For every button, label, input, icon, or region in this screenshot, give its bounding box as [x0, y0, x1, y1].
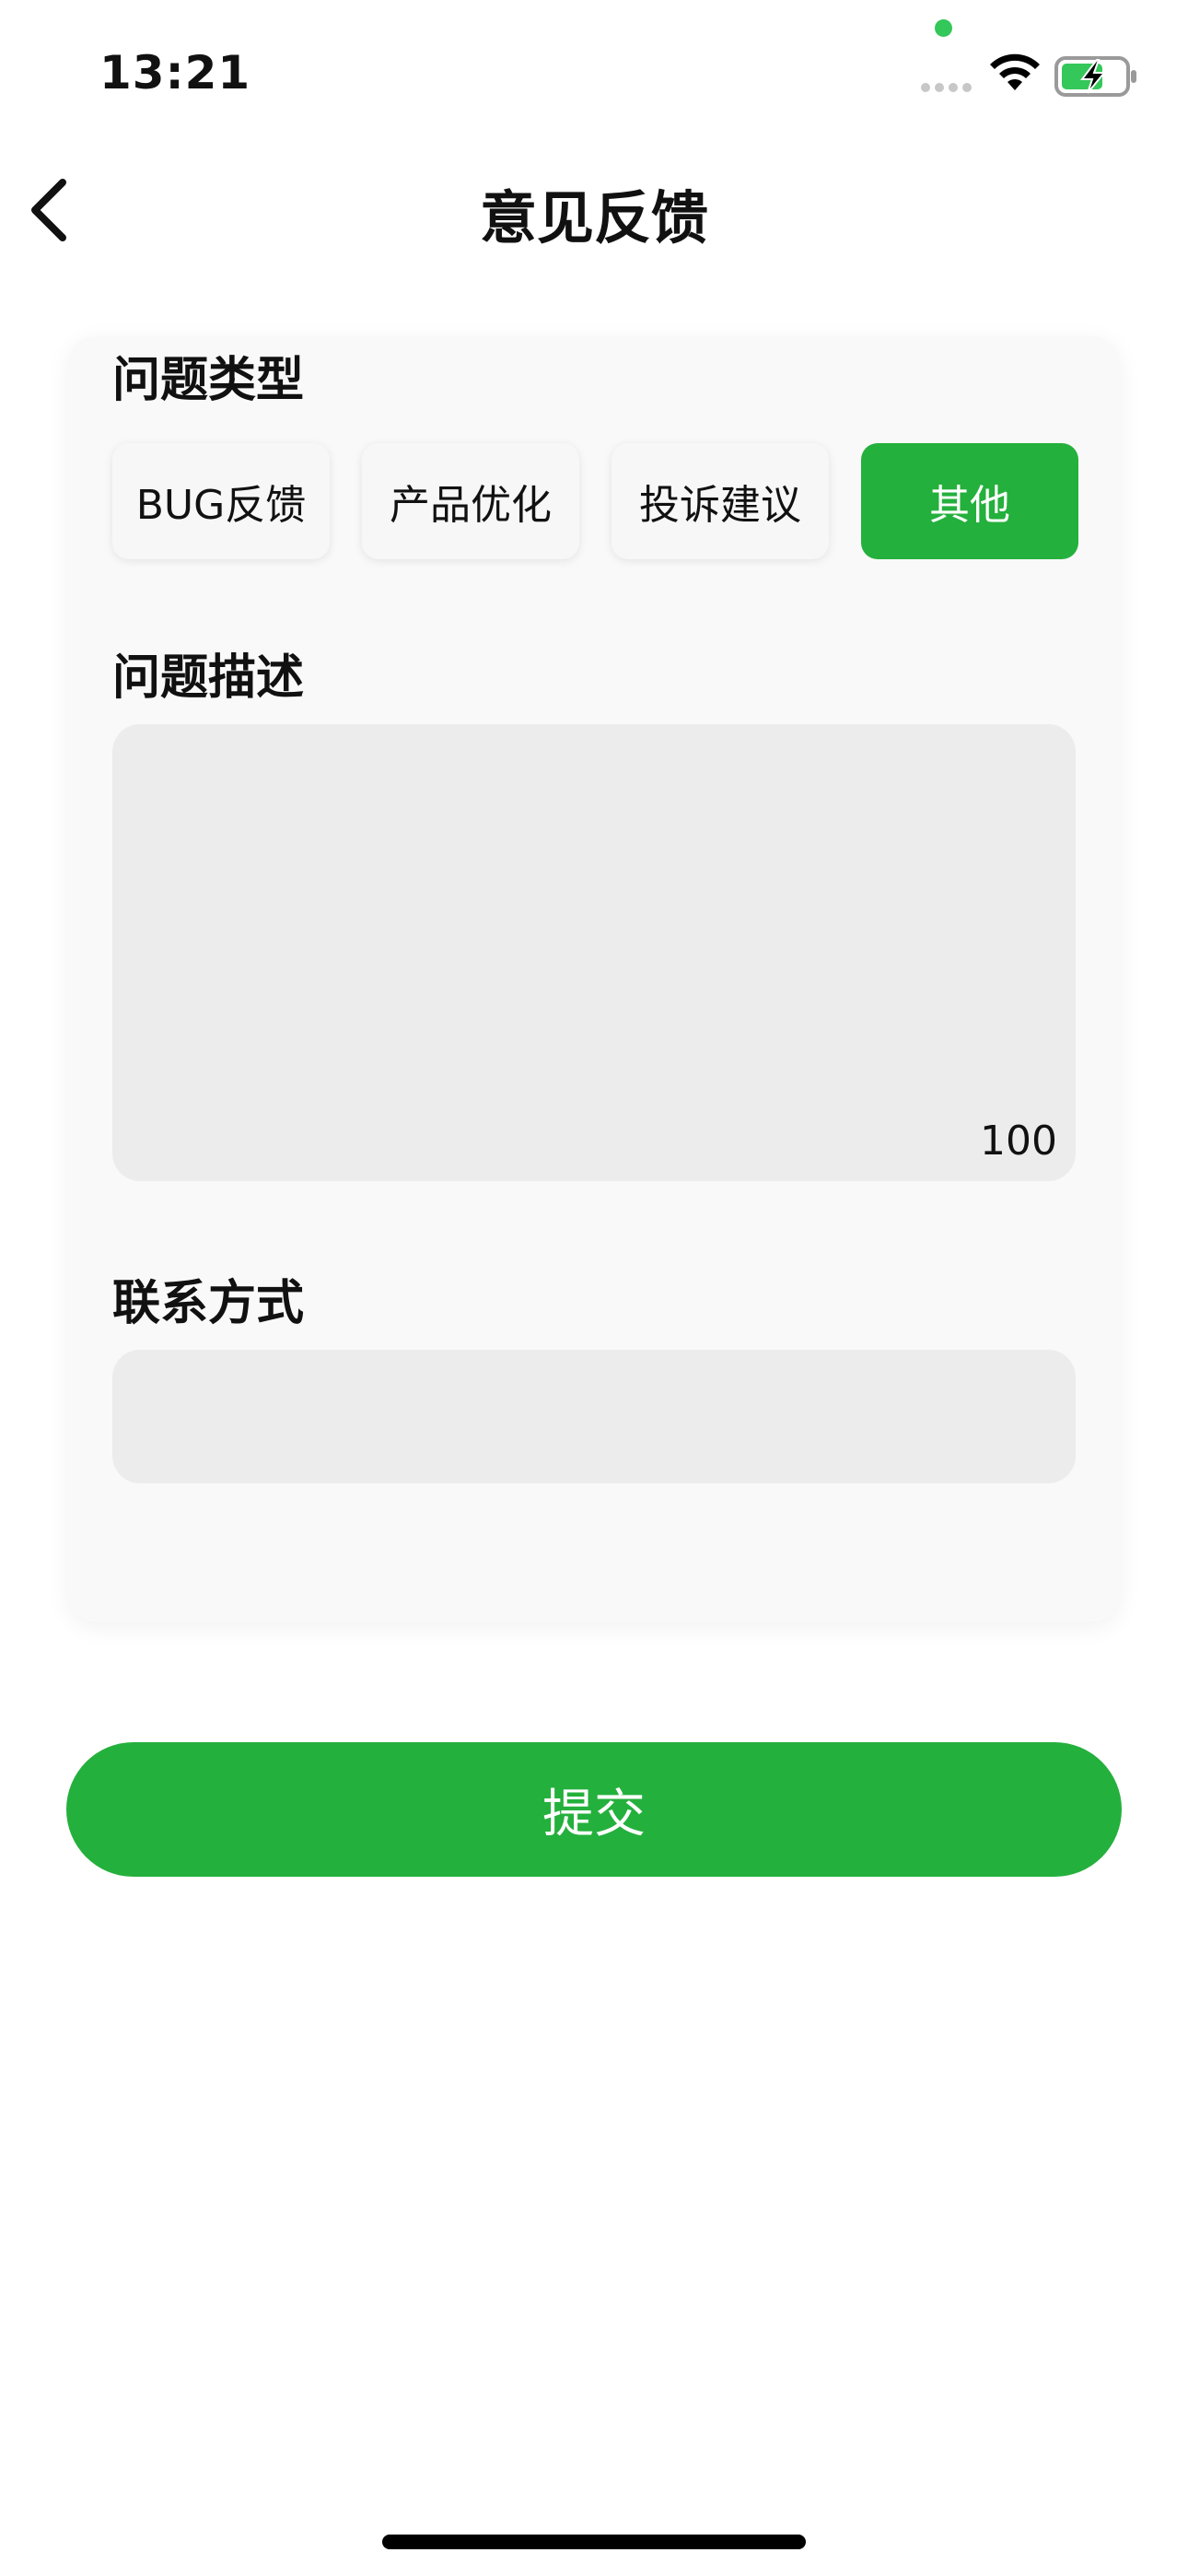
- description-textarea[interactable]: 100: [112, 724, 1076, 1181]
- type-option-complaint[interactable]: 投诉建议: [611, 443, 829, 559]
- section-label-contact: 联系方式: [112, 1276, 305, 1331]
- battery-charging-icon: [1054, 56, 1136, 97]
- type-option-bug[interactable]: BUG反馈: [112, 443, 330, 559]
- mic-indicator-dot: [935, 19, 952, 37]
- type-option-other[interactable]: 其他: [861, 443, 1078, 559]
- contact-input[interactable]: [112, 1350, 1076, 1483]
- section-label-description: 问题描述: [112, 650, 305, 706]
- submit-button[interactable]: 提交: [66, 1742, 1122, 1877]
- page-title: 意见反馈: [479, 184, 708, 252]
- type-option-product-optimization[interactable]: 产品优化: [362, 443, 579, 559]
- status-time: 13:21: [99, 46, 251, 100]
- status-bar: 13:21: [0, 0, 1188, 138]
- char-count: 100: [980, 1118, 1057, 1165]
- section-label-issue-type: 问题类型: [112, 353, 305, 408]
- wifi-icon: [990, 53, 1040, 90]
- home-indicator: [382, 2535, 806, 2549]
- cellular-icon: [921, 83, 972, 92]
